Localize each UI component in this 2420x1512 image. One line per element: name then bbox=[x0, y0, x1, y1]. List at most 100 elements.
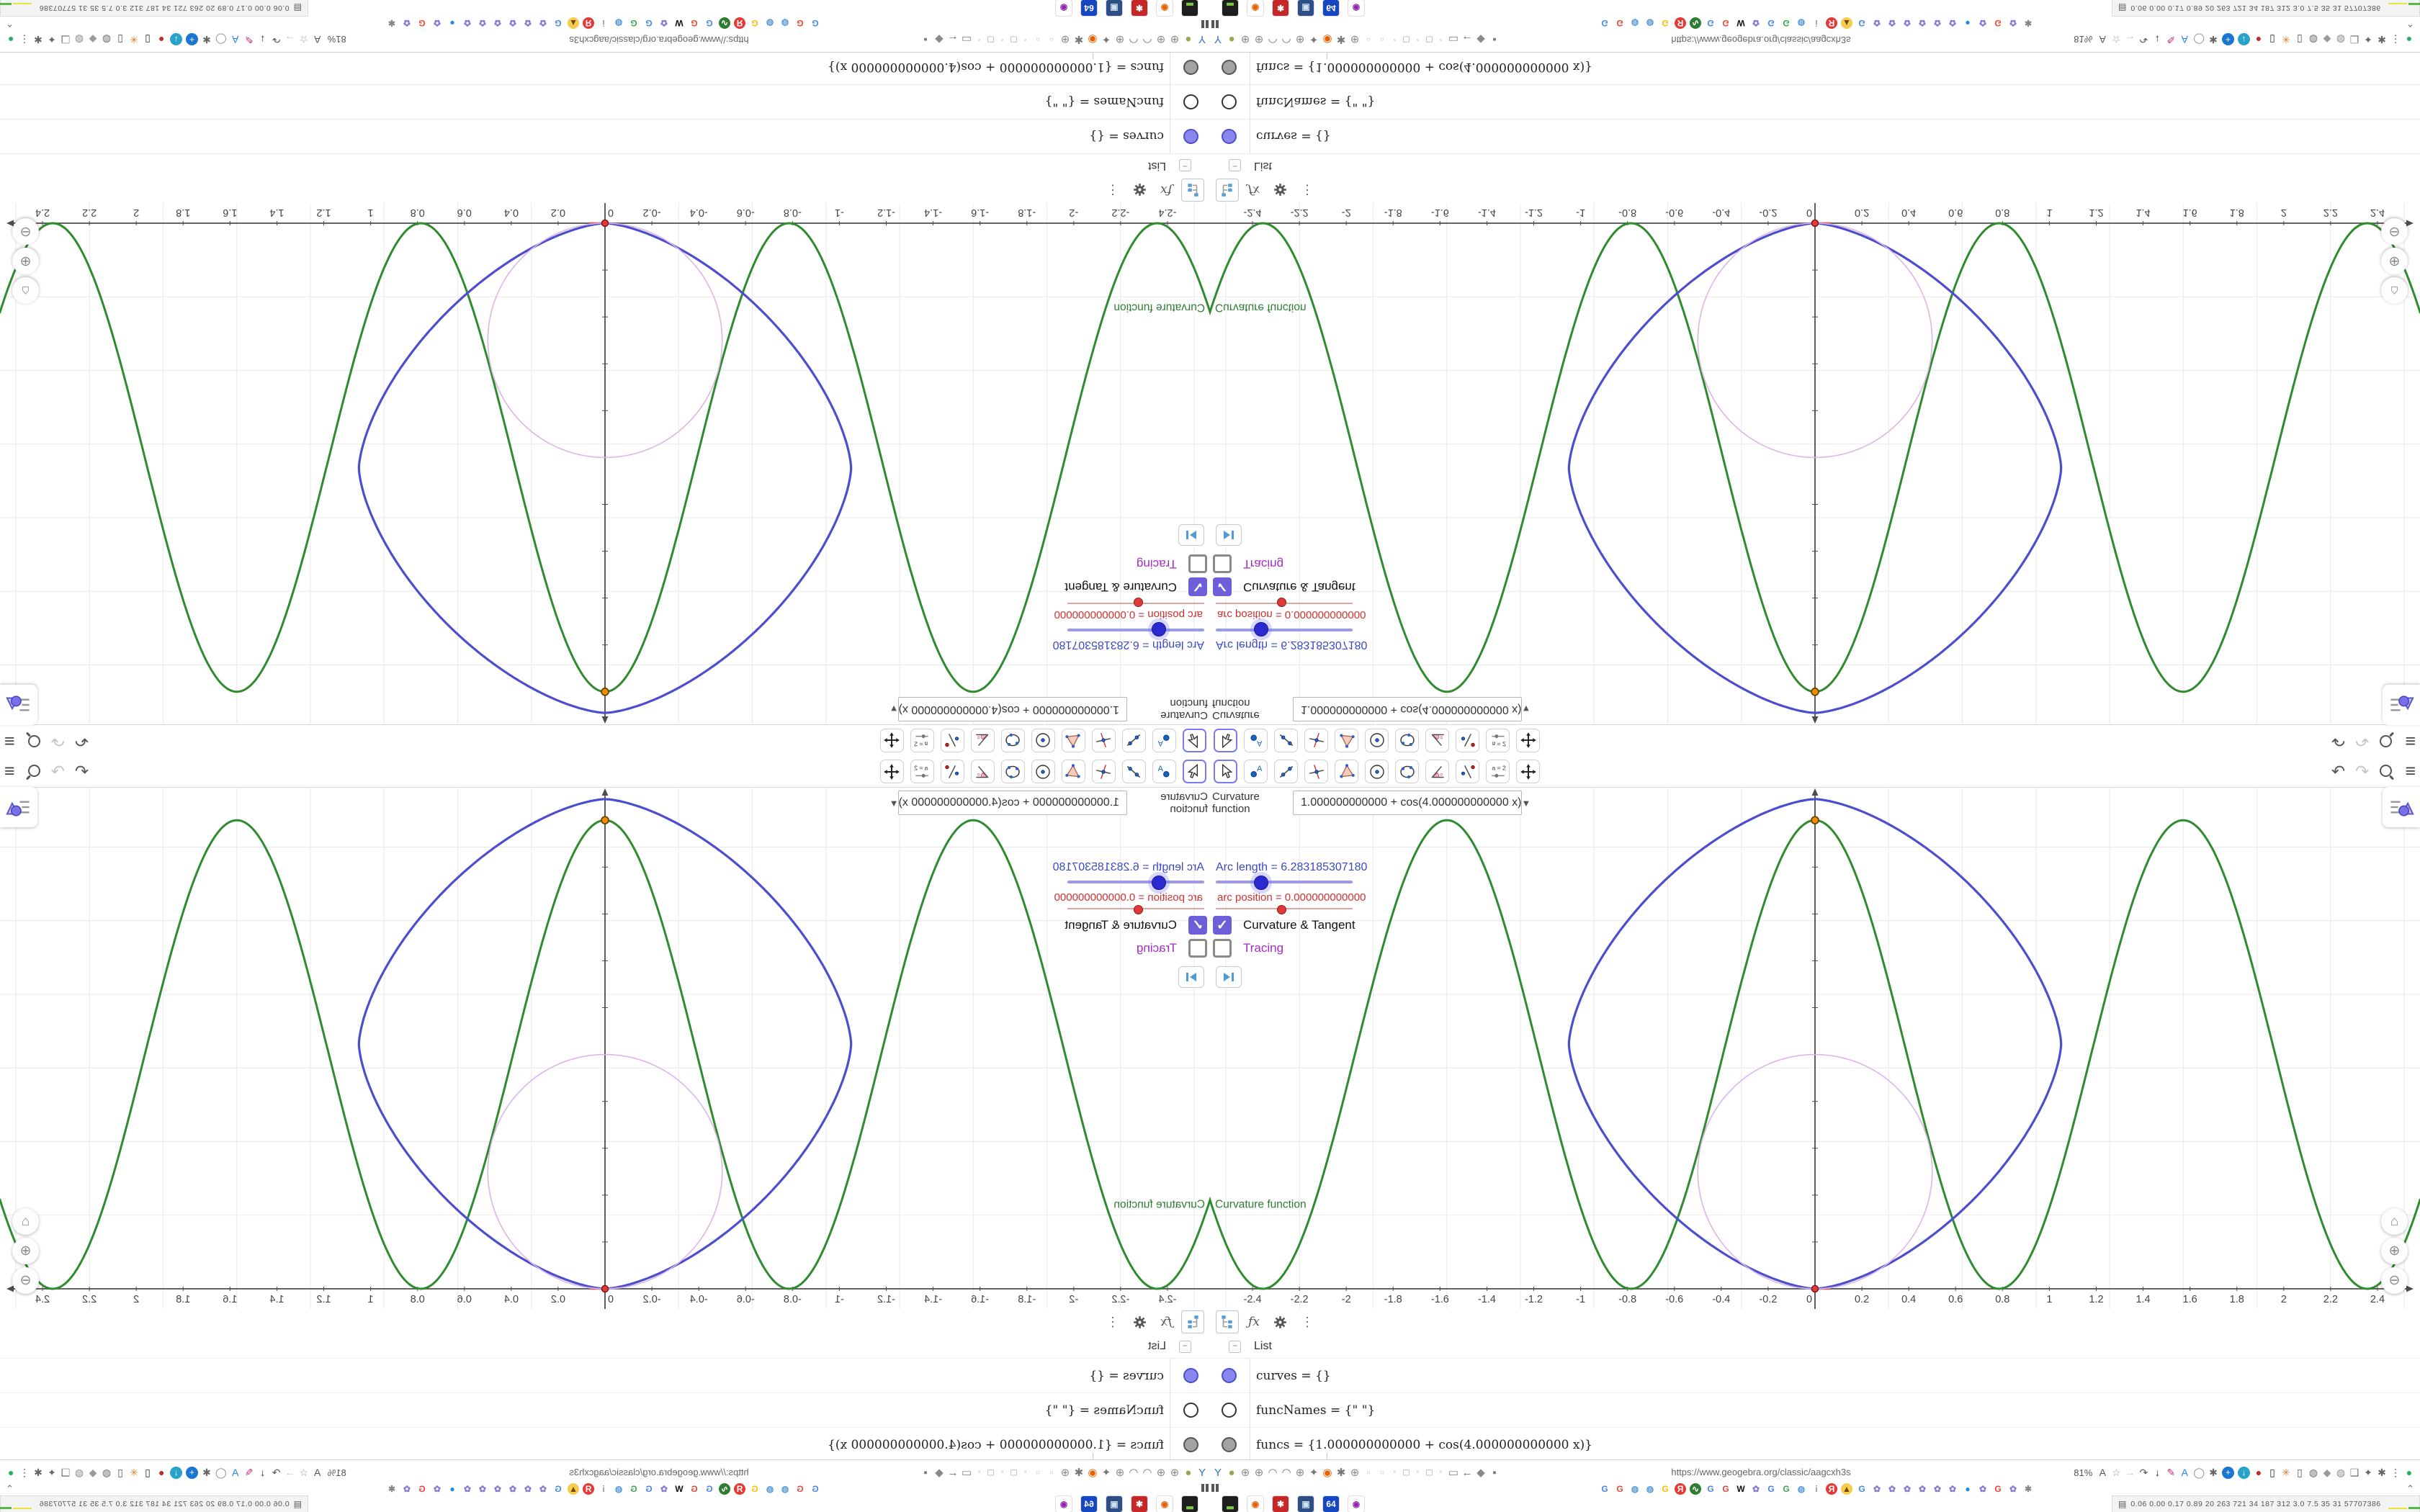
kite-icon[interactable]: Y bbox=[1196, 1467, 1209, 1479]
mini-toggle-icon[interactable]: ◦ bbox=[1412, 1468, 1423, 1477]
tab-favicon[interactable]: G bbox=[1720, 1483, 1731, 1495]
arc-length-slider[interactable] bbox=[1216, 622, 1353, 636]
forward-icon[interactable]: → bbox=[2125, 34, 2135, 45]
tab-favicon[interactable]: ◍ bbox=[779, 17, 791, 29]
tab-favicon[interactable]: ✿ bbox=[477, 1483, 488, 1495]
tool-pan-button[interactable] bbox=[1516, 760, 1540, 783]
tab-favicon[interactable]: ∿ bbox=[1690, 1483, 1701, 1495]
reload-icon[interactable]: ↷ bbox=[2138, 34, 2148, 45]
monitor-icon[interactable]: ▣ bbox=[1106, 0, 1123, 17]
function-dropdown[interactable]: 1.000000000000 + cos(4.000000000000 x) ▼ bbox=[1293, 697, 1531, 721]
tab-favicon[interactable]: ✱ bbox=[2022, 17, 2034, 29]
tool-conic-button[interactable] bbox=[1395, 729, 1419, 752]
globe-icon[interactable]: ⊕ bbox=[1348, 34, 1361, 46]
globe-icon[interactable]: ⊕ bbox=[1168, 34, 1181, 46]
tab-favicon[interactable]: i bbox=[598, 1483, 609, 1495]
zoom-in-button[interactable]: ⊕ bbox=[12, 248, 39, 274]
record-icon[interactable]: ● bbox=[2254, 1467, 2264, 1477]
forward-icon[interactable]: → bbox=[2125, 1467, 2135, 1477]
fx-button[interactable]: ƒx bbox=[1155, 1311, 1177, 1333]
kebab-menu-icon[interactable]: ⋮ bbox=[1106, 1315, 1119, 1330]
tool-polygon-button[interactable] bbox=[1335, 729, 1358, 752]
tab-favicon[interactable]: ● bbox=[1962, 1483, 1973, 1495]
mini-toggle-icon[interactable]: ▢ bbox=[1008, 1468, 1019, 1477]
ghost-icon[interactable]: ▫ bbox=[1376, 1467, 1389, 1478]
zoom-out-button[interactable]: ⊖ bbox=[2381, 1267, 2408, 1294]
tab-favicon[interactable]: Я bbox=[734, 1483, 745, 1495]
visibility-marble[interactable] bbox=[1222, 94, 1237, 109]
zoom-level-badge[interactable]: 81% bbox=[2074, 35, 2092, 45]
tab-favicon[interactable]: ✿ bbox=[522, 1483, 534, 1495]
tool-reflect-button[interactable] bbox=[1456, 729, 1479, 752]
firefox-icon[interactable]: ◉ bbox=[1247, 0, 1264, 17]
tool-move-button[interactable] bbox=[1214, 729, 1237, 752]
settings-icon[interactable]: ✱ bbox=[1272, 1495, 1289, 1512]
chevron-up-icon[interactable]: ⌃ bbox=[2406, 17, 2414, 29]
status-dot-icon[interactable]: ● bbox=[2404, 1467, 2414, 1477]
pill-icon[interactable]: ◯ bbox=[215, 1467, 227, 1478]
settings-icon[interactable]: ✱ bbox=[1272, 0, 1289, 17]
collapse-button[interactable]: − bbox=[1229, 159, 1241, 172]
tab-favicon[interactable]: G bbox=[689, 17, 700, 29]
network-globe-icon[interactable]: ✳ bbox=[129, 34, 139, 45]
arc-length-slider-handle[interactable] bbox=[1151, 876, 1166, 890]
globe-icon[interactable]: ⊕ bbox=[1294, 1467, 1307, 1478]
visibility-marble[interactable] bbox=[1222, 1437, 1237, 1452]
tool-line-button[interactable] bbox=[1274, 760, 1298, 783]
back-arrow-icon[interactable]: ← bbox=[1461, 34, 1474, 46]
monitor-icon[interactable]: ▣ bbox=[1106, 1495, 1123, 1512]
puzzle-icon[interactable]: ❑ bbox=[60, 1467, 71, 1478]
chevron-up-icon[interactable]: ⌃ bbox=[2406, 1483, 2414, 1495]
tab-favicon[interactable]: i bbox=[1811, 1483, 1822, 1495]
translate-icon[interactable]: A bbox=[2179, 34, 2190, 45]
globe-icon[interactable]: ⊕ bbox=[1239, 1467, 1252, 1478]
tab-favicon[interactable]: G bbox=[1992, 1483, 2004, 1495]
zoom-level-badge[interactable]: 81% bbox=[328, 1467, 346, 1478]
globe-icon[interactable]: ⊕ bbox=[1155, 1467, 1168, 1479]
collapse-button[interactable]: − bbox=[1179, 159, 1191, 172]
graphics-style-button[interactable] bbox=[0, 685, 37, 725]
graphics-view[interactable]: -2.4 -2.2 -2 -1.8 -1.6 -1.4 -1.2 -1 -0.8 -0.6 -0.4… bbox=[1210, 787, 2420, 1309]
wrench-icon[interactable]: ✦ bbox=[1307, 1467, 1320, 1478]
tab-favicon[interactable]: ✿ bbox=[1947, 17, 1958, 29]
kebab-menu-icon[interactable]: ⋮ bbox=[1301, 183, 1314, 198]
record-icon[interactable]: ● bbox=[156, 34, 166, 45]
tab-favicon[interactable]: G bbox=[628, 17, 640, 29]
zoom-in-button[interactable]: ⊕ bbox=[2381, 248, 2408, 274]
ghost-icon[interactable]: ▫ bbox=[1362, 34, 1375, 46]
download-icon[interactable]: ↓ bbox=[258, 1467, 268, 1478]
tab-favicon[interactable]: ✿ bbox=[2007, 17, 2019, 29]
tab-favicon[interactable]: Я bbox=[1675, 1483, 1686, 1495]
visibility-marble[interactable] bbox=[1222, 129, 1237, 144]
ghost-icon[interactable]: ▫ bbox=[1031, 1467, 1044, 1479]
algebra-row[interactable]: funcNames = {" "} bbox=[1210, 1393, 2420, 1428]
graphics-style-button[interactable] bbox=[2383, 787, 2420, 827]
tab-favicon[interactable]: ✿ bbox=[1886, 1483, 1898, 1495]
gauge-icon[interactable]: ◠ bbox=[1127, 34, 1140, 46]
tool-perpendicular-button[interactable] bbox=[1092, 760, 1116, 783]
reload-icon[interactable]: ↷ bbox=[2138, 1467, 2148, 1477]
arc-position-slider[interactable] bbox=[1216, 598, 1353, 608]
shield-icon[interactable]: ◆ bbox=[933, 1467, 946, 1479]
tab-favicon[interactable]: G bbox=[1765, 17, 1777, 29]
ublock-icon[interactable]: ◍ bbox=[2308, 34, 2318, 45]
gear-icon[interactable]: ✱ bbox=[2377, 1467, 2387, 1477]
tool-angle-button[interactable]: α bbox=[1425, 760, 1449, 783]
tool-angle-button[interactable]: α bbox=[1425, 729, 1449, 752]
trash-icon[interactable]: ▯ bbox=[143, 34, 153, 45]
algebra-descriptions-button[interactable] bbox=[1216, 179, 1239, 202]
tool-polygon-button[interactable] bbox=[1062, 760, 1085, 783]
fx-button[interactable]: ƒx bbox=[1155, 179, 1177, 201]
tab-favicon[interactable]: ● bbox=[447, 17, 458, 29]
curvature-tangent-checkbox[interactable]: ✓ bbox=[1188, 916, 1207, 935]
folder-icon[interactable]: ▭ bbox=[1447, 34, 1460, 46]
tool-move-button[interactable] bbox=[1183, 729, 1206, 752]
tab-favicon[interactable]: G bbox=[1599, 17, 1610, 29]
tab-favicon[interactable]: G bbox=[704, 1483, 715, 1495]
tab-favicon[interactable]: i bbox=[598, 17, 609, 29]
arc-length-slider[interactable] bbox=[1067, 876, 1204, 890]
gear-icon[interactable]: ✱ bbox=[1072, 1467, 1085, 1479]
trash-icon[interactable]: ▯ bbox=[143, 1467, 153, 1478]
tab-favicon[interactable]: G bbox=[810, 1483, 821, 1495]
tab-favicon[interactable]: G bbox=[1659, 17, 1671, 29]
